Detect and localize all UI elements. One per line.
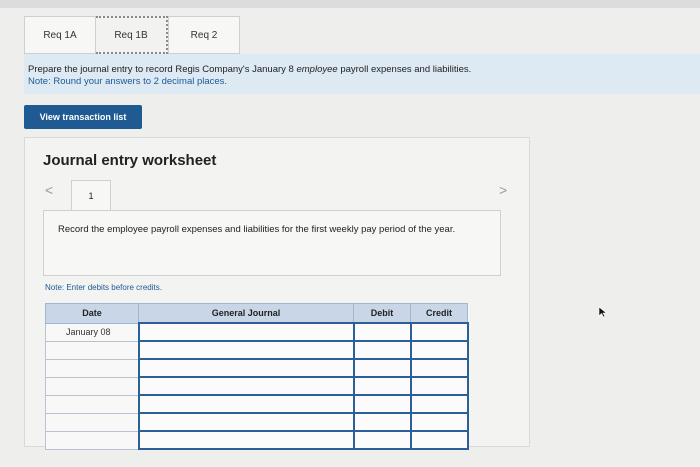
credit-input[interactable] [409, 412, 469, 432]
chevron-left-icon[interactable]: < [45, 182, 53, 198]
journal-entry-worksheet: Journal entry worksheet < 1 > Record the… [24, 137, 530, 450]
instruction-text-emphasis: employee [296, 64, 338, 75]
instruction-text-before: Prepare the journal entry to record Regi… [28, 64, 297, 75]
date-cell [45, 340, 139, 360]
table-row [45, 358, 469, 378]
requirement-tabs: Req 1A Req 1B Req 2 [24, 16, 240, 54]
tab-req-1b[interactable]: Req 1B [96, 16, 168, 54]
tab-req-1a[interactable]: Req 1A [24, 16, 96, 54]
credit-input[interactable] [409, 358, 469, 378]
credit-input[interactable] [409, 430, 469, 450]
instruction-text-after: payroll expenses and liabilities. [337, 64, 472, 75]
date-cell [45, 376, 139, 396]
debit-input[interactable] [352, 394, 412, 414]
header-credit: Credit [410, 303, 468, 324]
table-row [45, 394, 469, 414]
record-instruction-box: Record the employee payroll expenses and… [43, 210, 501, 276]
table-row [45, 412, 469, 432]
account-input[interactable] [137, 340, 355, 360]
credit-input[interactable] [409, 322, 469, 342]
worksheet-title: Journal entry worksheet [43, 152, 217, 169]
header-date: Date [45, 303, 139, 324]
top-bar [0, 0, 700, 8]
table-row [45, 376, 469, 396]
chevron-right-icon[interactable]: > [499, 182, 507, 198]
account-input[interactable] [137, 358, 355, 378]
date-cell [45, 358, 139, 378]
worksheet-page-tab-1[interactable]: 1 [71, 180, 111, 210]
header-general-journal: General Journal [138, 303, 354, 324]
instruction-banner: Prepare the journal entry to record Regi… [24, 54, 700, 94]
date-cell [45, 394, 139, 414]
debit-input[interactable] [352, 322, 412, 342]
date-cell: January 08 [45, 322, 139, 342]
table-row: January 08 [45, 322, 469, 342]
debit-input[interactable] [352, 412, 412, 432]
table-row [45, 340, 469, 360]
record-instruction-text: Record the employee payroll expenses and… [58, 224, 456, 235]
account-input[interactable] [137, 322, 355, 342]
credit-input[interactable] [409, 394, 469, 414]
account-input[interactable] [137, 430, 355, 450]
credit-input[interactable] [409, 340, 469, 360]
header-debit: Debit [353, 303, 411, 324]
debit-input[interactable] [352, 430, 412, 450]
rounding-note: Note: Round your answers to 2 decimal pl… [28, 76, 228, 87]
credit-input[interactable] [409, 376, 469, 396]
journal-table: Date General Journal Debit Credit Januar… [45, 303, 469, 450]
debits-before-credits-note: Note: Enter debits before credits. [45, 283, 162, 292]
view-transaction-list-button[interactable]: View transaction list [24, 105, 142, 129]
mouse-cursor-icon [598, 306, 608, 318]
page: Req 1A Req 1B Req 2 Prepare the journal … [0, 0, 700, 467]
account-input[interactable] [137, 376, 355, 396]
date-cell [45, 430, 139, 450]
debit-input[interactable] [352, 340, 412, 360]
journal-table-header: Date General Journal Debit Credit [45, 303, 468, 324]
instruction-text: Prepare the journal entry to record Regi… [28, 64, 696, 76]
table-row [45, 430, 469, 450]
account-input[interactable] [137, 412, 355, 432]
tab-req-2[interactable]: Req 2 [168, 16, 240, 54]
debit-input[interactable] [352, 376, 412, 396]
account-input[interactable] [137, 394, 355, 414]
debit-input[interactable] [352, 358, 412, 378]
date-cell [45, 412, 139, 432]
